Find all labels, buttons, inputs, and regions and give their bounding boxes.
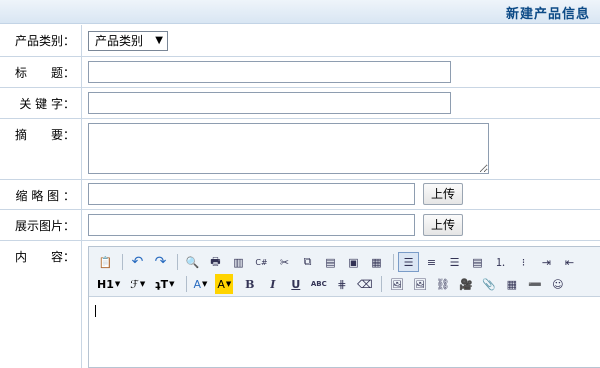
align-center-icon[interactable]: ≡ <box>421 252 442 272</box>
editor-toolbar: 📋 ↶ ↷ 🔍 🖶 ▥ C# ✂ ⧉ ▤ ▣ ▦ ☰ ≡ ☰ ▤ ⒈ ⁝ ⇥ ⇤… <box>89 247 600 297</box>
attachment-icon[interactable]: 📎 <box>478 274 499 294</box>
emoticon-icon[interactable]: ☺ <box>547 274 568 294</box>
indent-icon[interactable]: ⇥ <box>536 252 557 272</box>
table-icon[interactable]: ▦ <box>501 274 522 294</box>
display-image-label: 展示图片： <box>0 210 82 240</box>
summary-label: 摘 要： <box>0 119 82 179</box>
summary-textarea[interactable] <box>88 123 489 174</box>
title-label: 标 题： <box>0 57 82 87</box>
content-label: 内 容： <box>0 241 82 368</box>
thumbnail-label: 缩 略 图 ： <box>0 180 82 209</box>
unordered-list-icon[interactable]: ⁝ <box>513 252 534 272</box>
redo-icon[interactable]: ↷ <box>150 252 171 272</box>
category-select[interactable]: 产品类别 ▼ <box>88 31 168 51</box>
bold-button[interactable]: B <box>239 274 260 294</box>
horizontal-rule-icon[interactable]: ➖ <box>524 274 545 294</box>
outdent-icon[interactable]: ⇤ <box>559 252 580 272</box>
code-icon[interactable]: C# <box>251 252 272 272</box>
align-right-icon[interactable]: ☰ <box>444 252 465 272</box>
category-select-value: 产品类别 <box>95 34 144 48</box>
heading-dropdown[interactable]: H1 ▼ <box>95 274 122 294</box>
toolbar-separator <box>393 254 394 270</box>
justify-icon[interactable]: ▤ <box>467 252 488 272</box>
preview-icon[interactable]: 🔍 <box>182 252 203 272</box>
page-title: 新建产品信息 <box>505 7 590 22</box>
keywords-input[interactable] <box>88 92 451 114</box>
align-left-icon[interactable]: ☰ <box>398 252 419 272</box>
category-label: 产品类别： <box>0 25 82 56</box>
paste-word-icon[interactable]: ▣ <box>343 252 364 272</box>
image-icon[interactable]: 🖼 <box>386 274 407 294</box>
paste-plain-icon[interactable]: ▦ <box>366 252 387 272</box>
page: 新建产品信息 产品类别： 产品类别 ▼ 标 题： 关 键 字： 摘 要： 缩 略… <box>0 0 600 368</box>
display-image-input[interactable] <box>88 214 415 236</box>
font-color-dropdown[interactable]: A ▼ <box>191 274 209 294</box>
undo-icon[interactable]: ↶ <box>127 252 148 272</box>
toolbar-separator <box>122 254 123 270</box>
template-icon[interactable]: ▥ <box>228 252 249 272</box>
paste-icon[interactable]: 📋 <box>95 252 116 272</box>
thumbnail-row: 缩 略 图 ： 上传 <box>0 180 600 210</box>
video-icon[interactable]: 🎥 <box>455 274 476 294</box>
toolbar-separator <box>186 276 188 292</box>
rich-text-editor[interactable]: 📋 ↶ ↷ 🔍 🖶 ▥ C# ✂ ⧉ ▤ ▣ ▦ ☰ ≡ ☰ ▤ ⒈ ⁝ ⇥ ⇤… <box>88 246 600 368</box>
strikethrough-button[interactable]: ABC <box>308 274 329 294</box>
thumbnail-input[interactable] <box>88 183 415 205</box>
cut-icon[interactable]: ✂ <box>274 252 295 272</box>
title-row: 标 题： <box>0 57 600 88</box>
text-cursor <box>95 305 96 317</box>
font-size-dropdown[interactable]: ʇT ▼ <box>153 274 176 294</box>
display-image-row: 展示图片： 上传 <box>0 210 600 241</box>
italic-button[interactable]: I <box>262 274 283 294</box>
copy-icon[interactable]: ⧉ <box>297 252 318 272</box>
link-icon[interactable]: ⛓ <box>432 274 453 294</box>
toolbar-separator <box>381 276 383 292</box>
toolbar-separator <box>177 254 178 270</box>
keywords-label: 关 键 字： <box>0 88 82 118</box>
paste-text-icon[interactable]: ▤ <box>320 252 341 272</box>
font-family-dropdown[interactable]: ℱ ▼ <box>128 274 147 294</box>
print-icon[interactable]: 🖶 <box>205 252 226 272</box>
insert-image-icon[interactable]: 🖼 <box>409 274 430 294</box>
title-input[interactable] <box>88 61 451 83</box>
display-image-upload-button[interactable]: 上传 <box>423 214 463 236</box>
category-row: 产品类别： 产品类别 ▼ <box>0 25 600 57</box>
chevron-down-icon: ▼ <box>155 35 163 46</box>
page-header: 新建产品信息 <box>0 0 600 24</box>
keywords-row: 关 键 字： <box>0 88 600 119</box>
summary-row: 摘 要： <box>0 119 600 180</box>
eraser-icon[interactable]: ⌫ <box>354 274 375 294</box>
thumbnail-upload-button[interactable]: 上传 <box>423 183 463 205</box>
ordered-list-icon[interactable]: ⒈ <box>490 252 511 272</box>
toolbar-row-1: 📋 ↶ ↷ 🔍 🖶 ▥ C# ✂ ⧉ ▤ ▣ ▦ ☰ ≡ ☰ ▤ ⒈ ⁝ ⇥ ⇤ <box>95 251 582 273</box>
underline-button[interactable]: U <box>285 274 306 294</box>
content-row: 内 容： 📋 ↶ ↷ 🔍 🖶 ▥ C# ✂ ⧉ ▤ ▣ ▦ ☰ ≡ ☰ ▤ ⒈ … <box>0 241 600 368</box>
grid-icon[interactable]: ⋕ <box>331 274 352 294</box>
highlight-dropdown[interactable]: A ▼ <box>215 274 234 294</box>
toolbar-row-2: H1 ▼ ℱ ▼ ʇT ▼ A ▼ A ▼ B I U ABC ⋕ ⌫ 🖼 🖼 ⛓ <box>95 273 570 295</box>
